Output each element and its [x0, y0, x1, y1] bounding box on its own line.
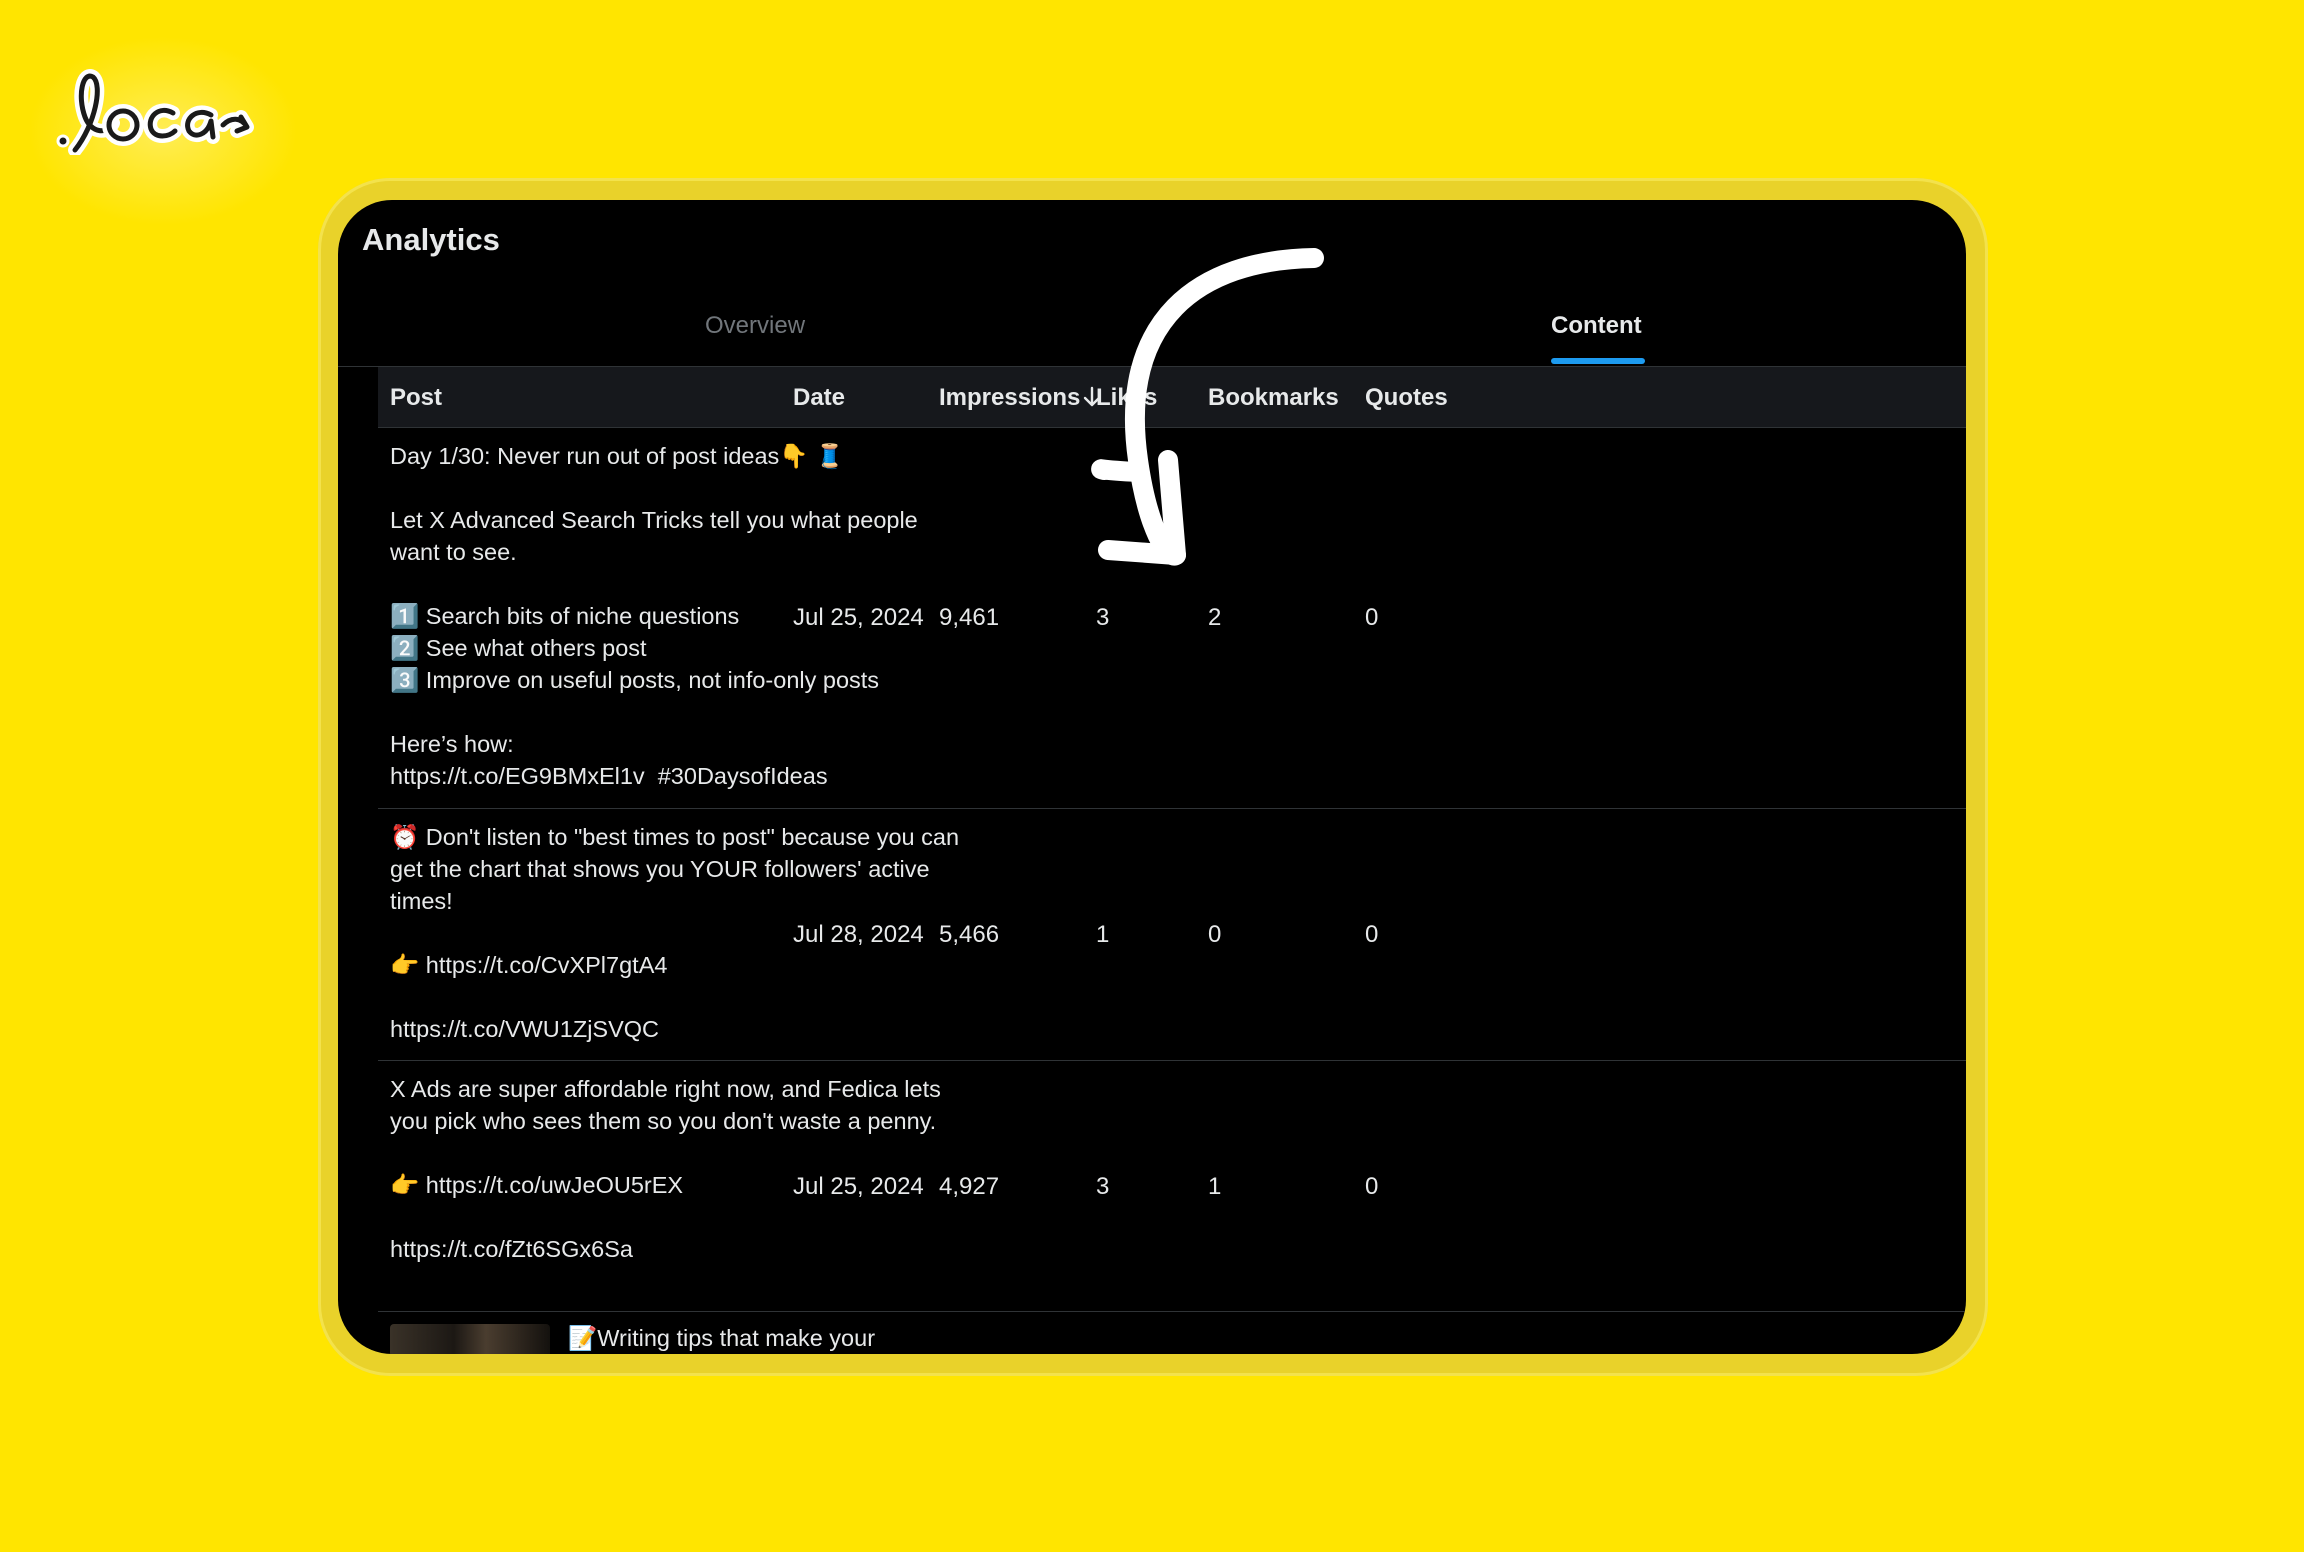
column-header-date[interactable]: Date	[793, 384, 845, 412]
column-header-quotes[interactable]: Quotes	[1365, 384, 1448, 412]
column-header-post[interactable]: Post	[390, 384, 442, 412]
post-quotes: 0	[1365, 1173, 1379, 1200]
column-header-bookmarks[interactable]: Bookmarks	[1208, 384, 1339, 412]
post-bookmarks: 0	[1208, 921, 1222, 948]
table-row[interactable]: X Ads are super affordable right now, an…	[378, 1061, 1966, 1312]
post-thumbnail	[390, 1324, 550, 1354]
post-impressions: 4,927	[939, 1173, 1000, 1200]
post-text: X Ads are super affordable right now, an…	[390, 1076, 941, 1262]
table-header: Post Date Impressions Likes Bookmarks Qu…	[378, 367, 1966, 428]
analytics-screen: Analytics Overview Content Post Date Imp…	[338, 200, 1966, 1354]
post-bookmarks: 2	[1208, 604, 1222, 631]
table-row[interactable]: Day 1/30: Never run out of post ideas👇 🧵…	[378, 428, 1966, 809]
active-tab-indicator	[1551, 358, 1645, 364]
post-text: 📝Writing tips that make your	[568, 1325, 876, 1351]
post-date: Jul 25, 2024	[793, 604, 924, 631]
post-date: Jul 28, 2024	[793, 921, 924, 948]
post-impressions: 5,466	[939, 921, 1000, 948]
post-likes: 3	[1096, 604, 1110, 631]
tab-content[interactable]: Content	[1551, 312, 1642, 340]
loca-logo	[56, 69, 254, 155]
tab-overview[interactable]: Overview	[705, 312, 805, 340]
table-row[interactable]: ⏰ Don't listen to "best times to post" b…	[378, 809, 1966, 1061]
column-header-impressions[interactable]: Impressions	[939, 384, 1102, 412]
post-impressions: 9,461	[939, 604, 1000, 631]
post-bookmarks: 1	[1208, 1173, 1222, 1200]
column-header-impressions-label: Impressions	[939, 384, 1081, 411]
post-date: Jul 25, 2024	[793, 1173, 924, 1200]
post-quotes: 0	[1365, 604, 1379, 631]
column-header-likes[interactable]: Likes	[1096, 384, 1157, 412]
page-title: Analytics	[362, 222, 500, 257]
post-likes: 1	[1096, 921, 1110, 948]
post-quotes: 0	[1365, 921, 1379, 948]
post-likes: 3	[1096, 1173, 1110, 1200]
table-row[interactable]: 📝Writing tips that make your	[378, 1312, 1966, 1354]
